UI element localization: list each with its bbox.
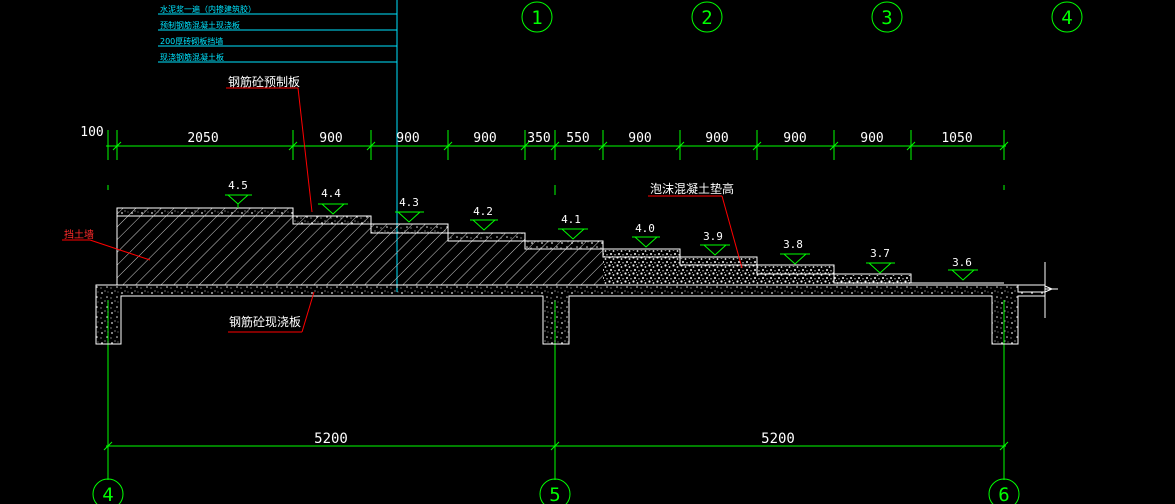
dim-label: 350	[527, 131, 550, 146]
elevation-label: 3.6	[952, 256, 972, 269]
top-dimension-line: 100 2050 900 900 900 350 550 900 900 900…	[80, 125, 1009, 160]
layer-note-2: 预制钢筋混凝土现浇板	[160, 20, 240, 30]
dim-label: 5200	[314, 431, 348, 447]
layer-note-4: 现浇钢筋混凝土板	[160, 52, 224, 62]
elevation-label: 4.0	[635, 222, 655, 235]
cad-drawing-canvas: 水泥浆一遍（内掺建筑胶） 预制钢筋混凝土现浇板 200厚砖砌板挡墙 现浇钢筋混凝…	[62, 0, 1083, 504]
layer-note-1: 水泥浆一遍（内掺建筑胶）	[160, 4, 256, 14]
foam-concrete-label: 泡沫混凝土垫高	[650, 181, 734, 196]
axis-marker-top-3: 3	[871, 1, 903, 33]
elevation-4-3: 4.3	[395, 196, 424, 223]
dim-label: 2050	[187, 131, 218, 146]
cast-slab-label: 钢筋砼现浇板	[229, 314, 301, 329]
layer-note-3: 200厚砖砌板挡墙	[160, 36, 223, 46]
side-wall-label: 挡土墙	[64, 228, 94, 241]
axis-marker-top-2: 2	[691, 1, 723, 33]
elevation-3-9: 3.9	[700, 230, 730, 256]
axis-label: 4	[102, 484, 113, 504]
axis-marker-top-4: 4	[1051, 1, 1083, 33]
elevation-label: 4.1	[561, 213, 581, 226]
bottom-dimension-line: 5200 5200	[103, 431, 1009, 451]
elevation-label: 4.2	[473, 205, 493, 218]
dim-label: 900	[473, 131, 496, 146]
elevation-label: 3.8	[783, 238, 803, 251]
elevation-4-5: 4.5	[225, 179, 252, 208]
dim-label: 900	[319, 131, 342, 146]
elevation-3-6: 3.6	[948, 256, 978, 281]
axis-label: 6	[998, 484, 1009, 504]
elevation-4-4: 4.4	[318, 187, 348, 215]
dim-label: 550	[566, 131, 589, 146]
dim-label: 900	[396, 131, 419, 146]
precast-slab-label: 钢筋砼预制板	[228, 74, 300, 89]
dim-prefix: 100	[80, 125, 103, 140]
elevation-4-2: 4.2	[470, 205, 498, 231]
axis-label: 1	[531, 7, 542, 29]
axis-label: 5	[549, 484, 560, 504]
axis-marker-top-1: 1	[521, 1, 553, 33]
elevation-label: 4.3	[399, 196, 419, 209]
axis-label: 4	[1061, 7, 1072, 29]
dim-label: 900	[783, 131, 806, 146]
axis-marker-bottom-4: 4	[92, 478, 124, 504]
dim-label: 5200	[761, 431, 795, 447]
dim-label: 900	[860, 131, 883, 146]
cast-slab-callout: 钢筋砼现浇板	[228, 291, 315, 333]
axis-label: 2	[701, 7, 712, 29]
bottom-axis-markers: 4 5 6	[92, 478, 1020, 504]
dim-label: 1050	[941, 131, 972, 146]
axis-label: 3	[881, 7, 892, 29]
dim-label: 900	[628, 131, 651, 146]
elevation-3-8: 3.8	[780, 238, 810, 265]
top-axis-markers: 1 2 3 4	[521, 1, 1083, 33]
dim-label: 900	[705, 131, 728, 146]
elevation-3-7: 3.7	[866, 247, 895, 274]
elevation-label: 4.5	[228, 179, 248, 192]
elevation-4-1: 4.1	[558, 213, 588, 240]
elevation-label: 3.7	[870, 247, 890, 260]
elevation-label: 3.9	[703, 230, 723, 243]
axis-marker-bottom-6: 6	[988, 478, 1020, 504]
elevation-label: 4.4	[321, 187, 341, 200]
axis-marker-bottom-5: 5	[539, 478, 571, 504]
elevation-4-0: 4.0	[632, 222, 660, 248]
